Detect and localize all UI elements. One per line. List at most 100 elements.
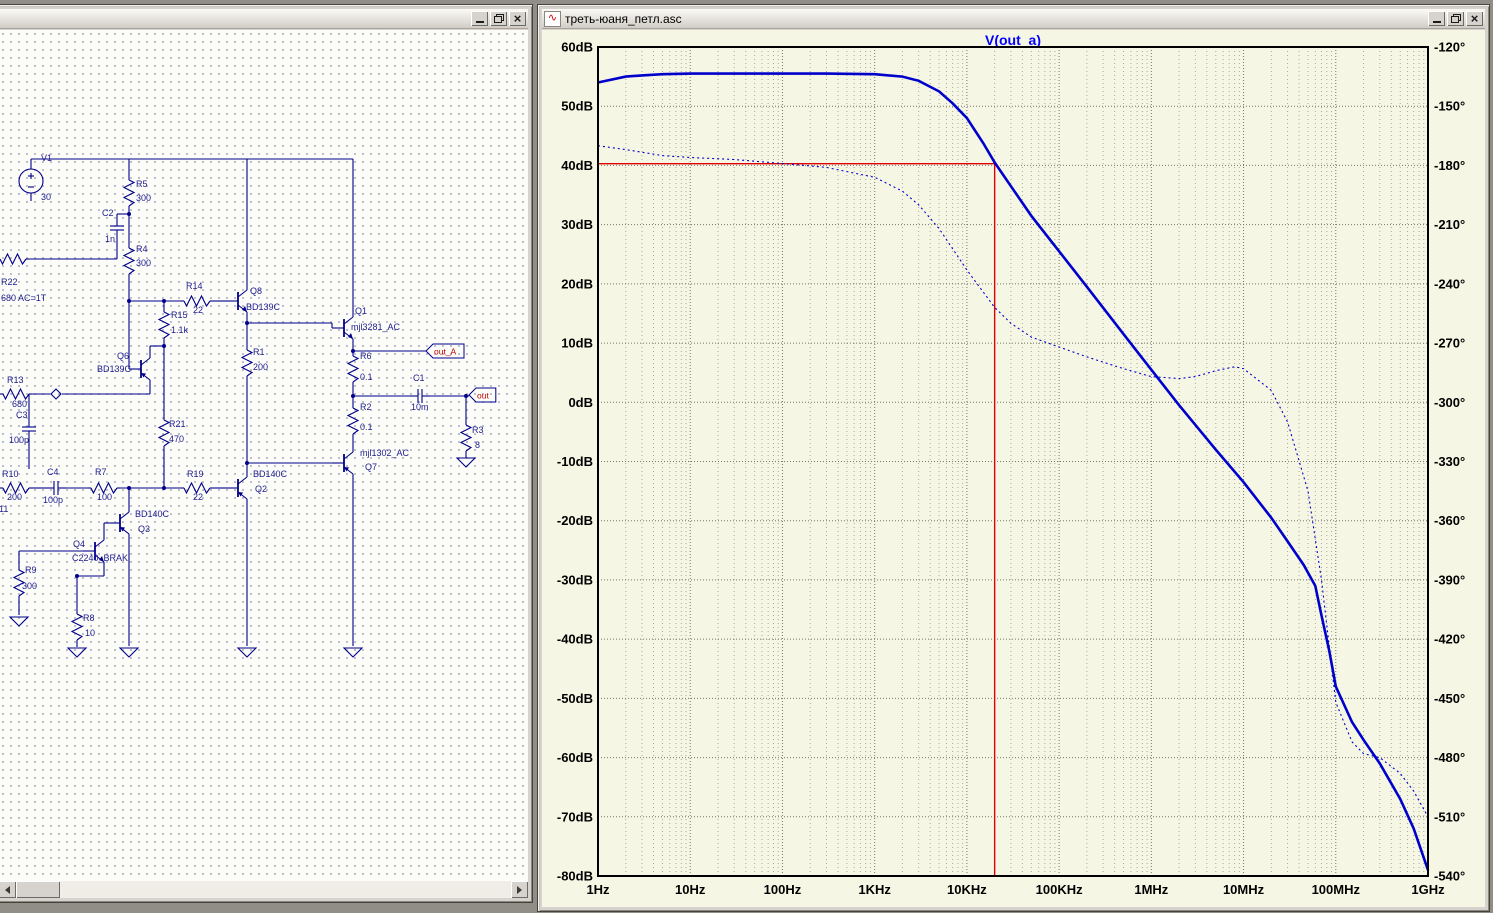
restore-button[interactable] (490, 11, 507, 26)
svg-text:R1: R1 (253, 347, 265, 357)
component-Q1[interactable]: Q1 mjl3281_AC (332, 306, 401, 344)
scroll-left-button[interactable] (0, 881, 16, 898)
component-C4[interactable]: C4 100p (43, 467, 66, 505)
magnitude-curve[interactable] (597, 72, 1430, 871)
x-axis-tick: 100MHz (1312, 882, 1361, 897)
close-button[interactable]: × (1466, 11, 1483, 26)
svg-text:R22: R22 (1, 277, 18, 287)
svg-text:R5: R5 (136, 179, 148, 189)
scrollbar-track[interactable] (16, 881, 511, 898)
component-Q7[interactable]: Q7 mjl1302_AC (332, 447, 410, 479)
ground-symbol[interactable] (118, 647, 140, 658)
scrollbar-thumb[interactable] (16, 881, 60, 898)
x-axis-tick: 100KHz (1036, 882, 1083, 897)
component-R4[interactable]: R4300 (122, 244, 151, 277)
svg-text:100p: 100p (9, 435, 29, 445)
component-C3[interactable]: C3 100p (9, 410, 36, 445)
component-R1[interactable]: R1 200 (240, 347, 268, 379)
svg-text:R9: R9 (25, 565, 37, 575)
y-left-tick: -50dB (557, 691, 593, 706)
component-C1[interactable]: C1 10m (410, 373, 430, 412)
y-left-tick: -80dB (557, 869, 593, 884)
svg-text:R2: R2 (360, 402, 372, 412)
window-controls: × (1428, 11, 1483, 26)
y-left-tick: -60dB (557, 750, 593, 765)
schematic-window-titlebar[interactable]: × (0, 9, 528, 29)
y-left-tick: -40dB (557, 632, 593, 647)
component-R21[interactable]: R21 470 (157, 417, 186, 449)
svg-text:mjl1302_AC: mjl1302_AC (360, 448, 410, 458)
svg-text:C2: C2 (102, 208, 114, 218)
svg-text:100: 100 (97, 492, 112, 502)
svg-text:R19: R19 (187, 469, 204, 479)
y-left-tick: 30dB (561, 217, 593, 232)
y-left-tick: 50dB (561, 99, 593, 114)
ground-symbol[interactable] (66, 647, 88, 658)
svg-text:R13: R13 (7, 375, 24, 385)
schematic-text[interactable]: 11 (0, 504, 8, 514)
component-Q8[interactable]: Q8 BD139C (226, 285, 281, 317)
ground-symbol[interactable] (236, 647, 258, 658)
component-diamond[interactable] (50, 388, 62, 400)
ground-symbol[interactable] (455, 457, 477, 468)
minimize-button[interactable] (471, 11, 488, 26)
x-axis-tick: 10Hz (675, 882, 706, 897)
minimize-button[interactable] (1428, 11, 1445, 26)
y-right-tick: -390° (1434, 572, 1465, 587)
svg-text:mjl3281_AC: mjl3281_AC (351, 322, 401, 332)
component-R7[interactable]: R7 100 (88, 467, 120, 502)
y-left-tick: -20dB (557, 513, 593, 528)
component-Q2[interactable]: Q2 BD140C (226, 469, 288, 504)
svg-text:Q1: Q1 (355, 306, 367, 316)
svg-text:1n: 1n (105, 234, 115, 244)
y-right-tick: -270° (1434, 336, 1465, 351)
svg-text:200: 200 (253, 362, 268, 372)
ground-symbol[interactable] (342, 647, 364, 658)
y-right-tick: -210° (1434, 217, 1465, 232)
y-left-tick: -70dB (557, 809, 593, 824)
component-R6[interactable]: R6 0.1 (346, 351, 373, 385)
component-R13[interactable]: R13 680 (0, 375, 32, 409)
component-R8[interactable]: R8 10 (70, 611, 95, 643)
waveform-window-icon: ∿ (544, 10, 561, 27)
wires[interactable] (18, 158, 469, 647)
component-R22[interactable]: R22 680 AC=1T (0, 252, 47, 303)
component-R15[interactable]: R15 1.1k (157, 309, 189, 341)
svg-text:10m: 10m (411, 402, 429, 412)
component-C2[interactable]: C2 1n (102, 208, 124, 244)
component-Q3[interactable]: Q3 BD140C (108, 507, 170, 539)
component-V1[interactable]: V1 30 (18, 153, 52, 202)
y-left-tick: 60dB (561, 40, 593, 55)
scroll-right-button[interactable] (511, 881, 528, 898)
component-R9[interactable]: R9 300 (12, 565, 37, 599)
svg-text:Q2: Q2 (255, 484, 267, 494)
x-axis-tick: 1Hz (586, 882, 610, 897)
restore-button[interactable] (1447, 11, 1464, 26)
plot-area[interactable]: V(out_a) 1Hz 10Hz 100Hz 1KHz 10KHz 100KHz 1MHz… (542, 30, 1485, 907)
svg-text:R8: R8 (83, 613, 95, 623)
svg-text:300: 300 (136, 193, 151, 203)
svg-text:22: 22 (193, 492, 203, 502)
svg-text:R15: R15 (171, 310, 188, 320)
horizontal-scrollbar[interactable] (0, 881, 528, 898)
component-R19[interactable]: R19 22 (181, 469, 213, 502)
plot-window-titlebar[interactable]: ∿ треть-юаня_петл.asc × (542, 9, 1485, 29)
y-left-tick: -30dB (557, 572, 593, 587)
component-R3[interactable]: R3 8 (459, 422, 484, 454)
close-button[interactable]: × (509, 11, 526, 26)
bode-plot: 1Hz 10Hz 100Hz 1KHz 10KHz 100KHz 1MHz 10MHz 100M… (557, 40, 1465, 898)
y-right-tick: -540° (1434, 869, 1465, 884)
net-flag-out[interactable]: out (468, 387, 497, 403)
schematic-canvas[interactable]: V1 30 R5 300 C2 1n R4 300 R22 680 AC=1T R14 22 Q8 BD1… (0, 30, 528, 881)
ground-symbol[interactable] (8, 616, 30, 627)
x-axis-tick: 1GHz (1411, 882, 1445, 897)
restore-icon (493, 14, 504, 23)
component-R10[interactable]: R10 200 (0, 469, 32, 502)
phase-curve[interactable] (597, 145, 1429, 818)
component-R2[interactable]: R2 0.1 (346, 402, 373, 437)
y-left-tick: 10dB (561, 336, 593, 351)
net-flag-out_A[interactable]: out_A (425, 343, 465, 359)
component-Q6[interactable]: Q6 BD139C (97, 351, 151, 385)
component-R5[interactable]: R5300 (122, 177, 151, 209)
window-title: треть-юаня_петл.asc (565, 11, 682, 26)
